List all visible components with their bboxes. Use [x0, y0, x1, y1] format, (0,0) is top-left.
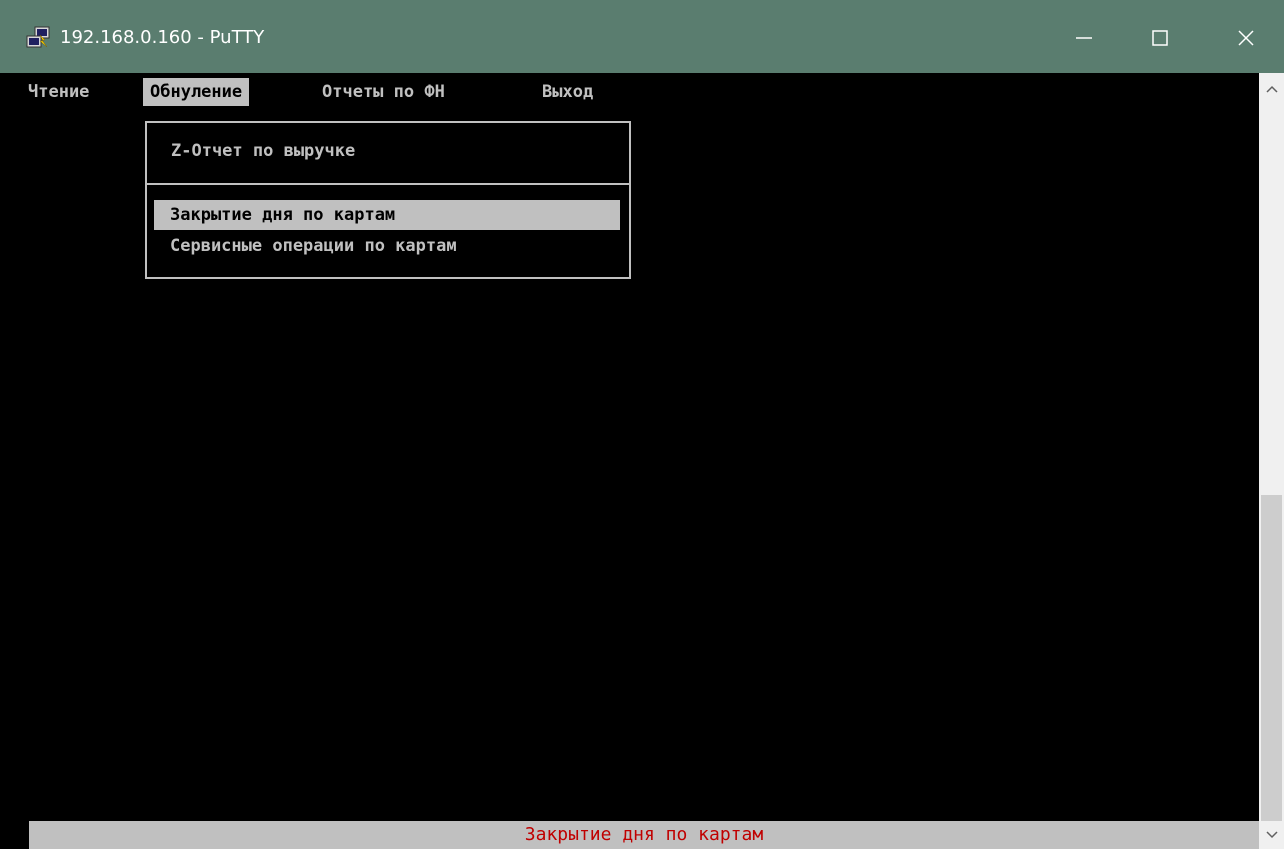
menu-item-reset[interactable]: Обнуление [143, 78, 250, 106]
dropdown-separator [147, 183, 629, 185]
status-bar: Закрытие дня по картам [29, 821, 1259, 849]
putty-window: 192.168.0.160 - PuTTY Чтение Обнуление О… [0, 0, 1284, 849]
close-button[interactable] [1208, 10, 1284, 66]
dropdown-item-close-day-cards[interactable]: Закрытие дня по картам [154, 200, 620, 230]
window-title: 192.168.0.160 - PuTTY [60, 27, 265, 48]
dropdown-item-card-service-ops[interactable]: Сервисные операции по картам [154, 231, 620, 261]
reset-dropdown-menu: Z-Отчет по выручке Закрытие дня по карта… [145, 121, 631, 279]
title-bar[interactable]: 192.168.0.160 - PuTTY [0, 0, 1284, 73]
menu-item-reading[interactable]: Чтение [28, 78, 89, 106]
terminal-area[interactable]: Чтение Обнуление Отчеты по ФН Выход Z-От… [9, 73, 1259, 849]
scroll-down-arrow-icon[interactable] [1259, 821, 1284, 849]
scrollbar-thumb[interactable] [1261, 495, 1282, 821]
close-icon [1238, 30, 1254, 46]
dropdown-header[interactable]: Z-Отчет по выручке [171, 141, 355, 161]
menu-item-fn-reports[interactable]: Отчеты по ФН [322, 78, 445, 106]
maximize-icon [1152, 30, 1168, 46]
minimize-icon [1076, 37, 1092, 39]
scroll-up-arrow-icon[interactable] [1259, 75, 1284, 103]
menu-item-exit[interactable]: Выход [542, 78, 593, 106]
maximize-button[interactable] [1122, 10, 1198, 66]
putty-icon[interactable] [26, 26, 52, 50]
minimize-button[interactable] [1046, 10, 1122, 66]
vertical-scrollbar[interactable] [1259, 73, 1284, 849]
